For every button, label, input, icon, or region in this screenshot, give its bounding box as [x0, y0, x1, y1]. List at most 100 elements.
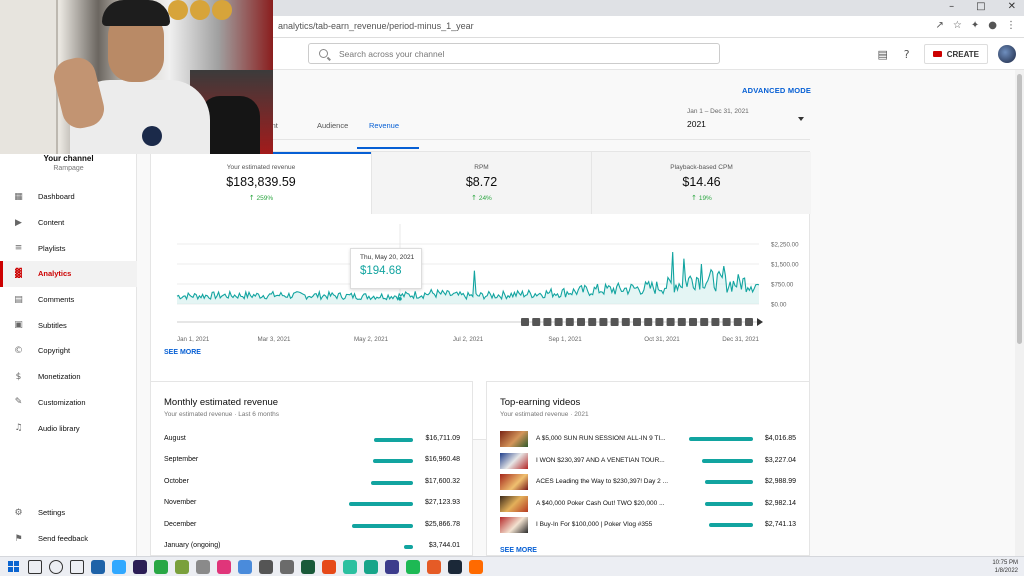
monthly-revenue-card: Monthly estimated revenue Your estimated… — [150, 381, 473, 556]
video-row[interactable]: I Buy-In For $100,000 | Poker Vlog #355 $… — [500, 517, 796, 533]
premiere-icon[interactable] — [154, 560, 168, 574]
see-more-videos-link[interactable]: SEE MORE — [500, 547, 537, 554]
bookmark-star-icon[interactable]: ☆ — [953, 20, 962, 31]
poker-icon[interactable] — [385, 560, 399, 574]
sidebar-item-subtitles[interactable]: ▣ Subtitles — [0, 312, 137, 338]
sidebar-item-monetization[interactable]: $ Monetization — [0, 364, 137, 390]
event-next-icon — [757, 318, 763, 326]
metric-delta: ↑ 24% — [372, 194, 591, 202]
search-input[interactable]: Search across your channel — [308, 43, 720, 64]
revenue-amount: $3,744.01 — [428, 542, 460, 549]
revenue-bar — [705, 480, 753, 484]
sidebar-item-label: Playlists — [38, 243, 66, 253]
brave-icon[interactable] — [427, 560, 441, 574]
revenue-amount: $27,123.93 — [424, 499, 460, 507]
windows-start-icon[interactable] — [8, 561, 20, 573]
settings-icon[interactable] — [238, 560, 252, 574]
sidebar-item-label: Copyright — [38, 346, 71, 356]
video-thumbnail[interactable] — [500, 452, 528, 469]
sidebar-item-dashboard[interactable]: ▦ Dashboard — [0, 184, 137, 210]
steam-icon[interactable] — [448, 560, 462, 574]
extensions-puzzle-icon[interactable]: ✦ — [971, 20, 979, 31]
video-row[interactable]: I WON $230,397 AND A VENETIAN TOUR... $3,… — [500, 452, 796, 469]
see-more-link[interactable]: SEE MORE — [164, 349, 201, 356]
sidebar-item-analytics[interactable]: ▓ Analytics — [0, 261, 137, 287]
video-event-marker — [655, 318, 664, 326]
messages-icon[interactable]: ▤ — [876, 48, 890, 61]
video-title[interactable]: A $40,000 Poker Cash Out! TWO $20,000 ..… — [536, 500, 674, 507]
discord-icon[interactable] — [301, 560, 315, 574]
chrome-icon[interactable] — [91, 560, 105, 574]
taskbar-clock[interactable]: 10:75 PM 1/8/2022 — [992, 559, 1018, 575]
sidebar-item-send-feedback[interactable]: ⚑ Send feedback — [0, 526, 137, 552]
sidebar-item-comments[interactable]: ▤ Comments — [0, 287, 137, 313]
video-thumbnail[interactable] — [500, 431, 528, 447]
metric-playback-cpm[interactable]: Playback-based CPM $14.46 ↑ 19% — [591, 152, 811, 214]
sidebar-item-customization[interactable]: ✎ Customization — [0, 390, 137, 416]
sidebar-item-playlists[interactable]: ≡ Playlists — [0, 235, 137, 261]
minimize-icon[interactable]: – — [949, 1, 954, 12]
search-icon[interactable] — [28, 560, 42, 574]
scrollbar-thumb[interactable] — [1017, 74, 1022, 344]
advanced-mode-link[interactable]: ADVANCED MODE — [742, 86, 811, 95]
up-arrow-icon: ↑ — [691, 194, 698, 202]
metric-delta-value: 259% — [256, 195, 274, 202]
sidebar-item-content[interactable]: ▶ Content — [0, 210, 137, 236]
metric-delta: ↑ 19% — [592, 194, 811, 202]
maximize-icon[interactable]: □ — [976, 1, 985, 12]
task-view-icon[interactable] — [49, 560, 63, 574]
close-icon[interactable]: ✕ — [1008, 1, 1016, 12]
url-text[interactable]: analytics/tab-earn_revenue/period-minus_… — [278, 21, 474, 31]
revenue-amount: $3,227.04 — [764, 456, 796, 464]
create-button[interactable]: CREATE — [923, 44, 988, 64]
tab-audience[interactable]: Audience — [317, 114, 369, 137]
obs-icon[interactable] — [259, 560, 273, 574]
sidebar-item-settings[interactable]: ⚙ Settings — [0, 500, 137, 526]
video-row[interactable]: A $40,000 Poker Cash Out! TWO $20,000 ..… — [500, 495, 796, 512]
sidebar-item-label: Send feedback — [38, 534, 89, 544]
sidebar-nav: ▦ Dashboard ▶ Content ≡ Playlists ▓ Analytics ▤ C… — [0, 184, 137, 441]
epic-games-icon[interactable] — [322, 560, 336, 574]
video-thumbnail[interactable] — [500, 474, 528, 490]
account-avatar[interactable] — [998, 45, 1016, 63]
sidebar-item-audio-library[interactable]: ♫ Audio library — [0, 415, 137, 441]
camtasia-icon[interactable] — [196, 560, 210, 574]
profile-icon[interactable]: ● — [988, 20, 997, 31]
minecraft-icon[interactable] — [217, 560, 231, 574]
tab-revenue[interactable]: Revenue — [357, 114, 429, 149]
video-thumbnail[interactable] — [500, 517, 528, 533]
video-event-marker — [644, 318, 653, 326]
video-title[interactable]: ACES Leading the Way to $230,397! Day 2 … — [536, 478, 674, 485]
metric-delta-value: 19% — [698, 195, 712, 202]
revenue-chart[interactable]: $2,250.00 $1,500.00 $750.00 $0.00 Jan 1, 202… — [151, 214, 811, 354]
metric-estimated-revenue[interactable]: Your estimated revenue $183,839.59 ↑ 259… — [151, 152, 371, 214]
video-thumbnail[interactable] — [500, 495, 528, 512]
file-explorer-icon[interactable] — [112, 560, 126, 574]
x-tick-label: Jul 2, 2021 — [453, 336, 484, 343]
slack-icon[interactable] — [280, 560, 294, 574]
date-range-picker[interactable]: Jan 1 – Dec 31, 2021 2021 — [687, 108, 807, 129]
camera-icon[interactable] — [364, 560, 378, 574]
mail-icon[interactable] — [133, 560, 147, 574]
help-icon[interactable]: ? — [900, 48, 914, 61]
browser-menu-icon[interactable]: ⋮ — [1006, 20, 1016, 31]
revenue-bar — [709, 523, 753, 527]
metric-rpm[interactable]: RPM $8.72 ↑ 24% — [371, 152, 591, 214]
video-title[interactable]: I Buy-In For $100,000 | Poker Vlog #355 — [536, 521, 674, 528]
webcam-balloon — [212, 0, 232, 20]
revenue-line-chart[interactable]: $2,250.00 $1,500.00 $750.00 $0.00 Jan 1, 202… — [151, 214, 811, 354]
spotify-icon[interactable] — [406, 560, 420, 574]
sidebar-item-copyright[interactable]: © Copyright — [0, 338, 137, 364]
video-title[interactable]: I WON $230,397 AND A VENETIAN TOUR... — [536, 457, 674, 464]
dropdown-caret-icon[interactable] — [798, 117, 804, 121]
video-title[interactable]: A $5,000 SUN RUN SESSION! ALL-IN 9 TI... — [536, 435, 674, 442]
firefox-icon[interactable] — [469, 560, 483, 574]
video-row[interactable]: ACES Leading the Way to $230,397! Day 2 … — [500, 474, 796, 490]
share-icon[interactable]: ↗ — [936, 20, 944, 31]
widgets-icon[interactable] — [70, 560, 84, 574]
table-row: December $25,866.78 — [164, 520, 460, 532]
xbox-icon[interactable] — [343, 560, 357, 574]
photoshop-icon[interactable] — [175, 560, 189, 574]
video-row[interactable]: A $5,000 SUN RUN SESSION! ALL-IN 9 TI...… — [500, 431, 796, 447]
page-scrollbar[interactable] — [1015, 70, 1024, 556]
